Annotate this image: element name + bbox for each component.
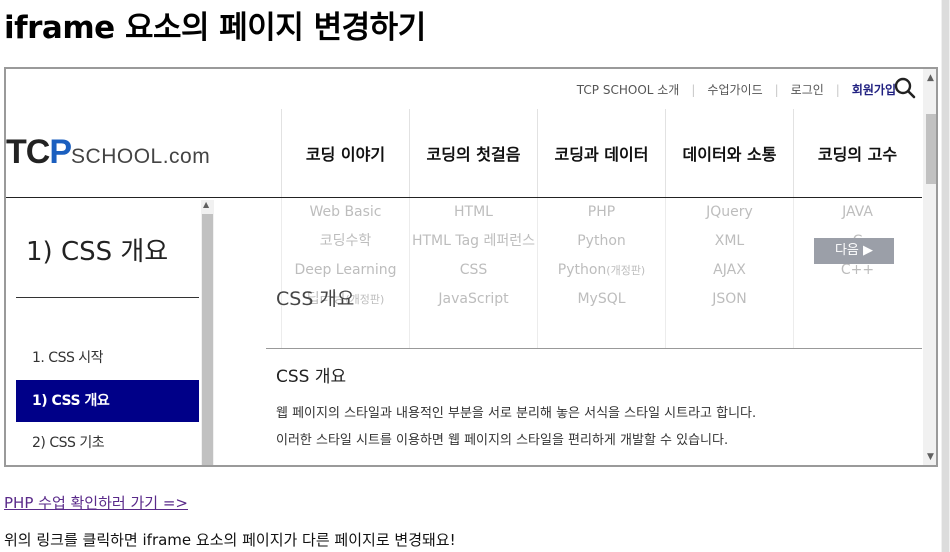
- dropdown-column: JAVA C C++: [793, 198, 921, 348]
- content-heading: CSS 개요: [276, 288, 355, 310]
- scroll-down-icon[interactable]: ▼: [927, 452, 934, 462]
- dropdown-item[interactable]: XML: [666, 227, 793, 256]
- nav-data-communication[interactable]: 데이터와 소통: [665, 109, 793, 197]
- nav-coding-first-step[interactable]: 코딩의 첫걸음: [409, 109, 537, 197]
- dropdown-column: Web Basic 코딩수학 Deep Learning 딥러닝(개정판): [281, 198, 409, 348]
- dropdown-item[interactable]: 코딩수학: [282, 227, 409, 256]
- content-subtitle: CSS 개요: [276, 367, 347, 387]
- php-class-link[interactable]: PHP 수업 확인하러 가기 =>: [4, 492, 188, 513]
- sidebar-item-css-start[interactable]: 1. CSS 시작: [16, 337, 199, 379]
- login-link[interactable]: 로그인: [791, 81, 824, 98]
- dropdown-item[interactable]: MySQL: [538, 285, 665, 314]
- logo-tc: TC: [6, 133, 50, 171]
- dropdown-item[interactable]: HTML: [410, 198, 537, 227]
- sidebar-item-css-basics[interactable]: 2) CSS 기초: [16, 422, 199, 464]
- sidebar-scroll-thumb[interactable]: [202, 214, 213, 465]
- iframe-scrollbar[interactable]: ▲ ▼: [923, 69, 936, 465]
- separator: |: [691, 82, 696, 97]
- logo-school: SCHOOL.com: [71, 145, 211, 168]
- scroll-up-icon[interactable]: ▲: [203, 200, 209, 209]
- dropdown-item[interactable]: PHP: [538, 198, 665, 227]
- dropdown-item[interactable]: Python: [538, 227, 665, 256]
- sidebar-scrollbar[interactable]: ▲: [201, 200, 214, 465]
- about-link[interactable]: TCP SCHOOL 소개: [577, 81, 680, 98]
- separator: |: [774, 82, 779, 97]
- dropdown-item[interactable]: HTML Tag 레퍼런스: [410, 227, 537, 256]
- next-button[interactable]: 다음 ▶: [814, 238, 894, 264]
- separator: |: [835, 82, 840, 97]
- dropdown-item[interactable]: AJAX: [666, 256, 793, 285]
- dropdown-item[interactable]: Python(개정판): [538, 256, 665, 285]
- search-icon[interactable]: [894, 77, 916, 99]
- logo-p: P: [49, 133, 72, 171]
- dropdown-item[interactable]: JAVA: [794, 198, 921, 227]
- dropdown-column: JQuery XML AJAX JSON: [665, 198, 793, 348]
- nav-coding-master[interactable]: 코딩의 고수: [793, 109, 921, 197]
- class-guide-link[interactable]: 수업가이드: [707, 81, 762, 98]
- dropdown-item[interactable]: CSS: [410, 256, 537, 285]
- description-text: 위의 링크를 클릭하면 iframe 요소의 페이지가 다른 페이지로 변경돼요…: [4, 531, 456, 549]
- signup-link[interactable]: 회원가입: [852, 81, 896, 98]
- iframe-frame[interactable]: TCP SCHOOL 소개 | 수업가이드 | 로그인 | 회원가입 TCPSC…: [4, 67, 938, 467]
- dropdown-item[interactable]: JSON: [666, 285, 793, 314]
- page-title: iframe 요소의 페이지 변경하기: [4, 10, 426, 46]
- sidebar-title: 1) CSS 개요: [26, 237, 169, 267]
- content-divider: [266, 348, 922, 349]
- content-paragraph-line: 웹 페이지의 스타일과 내용적인 부분을 서로 분리해 놓은 서식을 스타일 시…: [276, 406, 757, 421]
- nav-coding-data[interactable]: 코딩과 데이터: [537, 109, 665, 197]
- dropdown-item[interactable]: JQuery: [666, 198, 793, 227]
- sidebar-divider: [16, 297, 199, 298]
- dropdown-item[interactable]: JavaScript: [410, 285, 537, 314]
- scroll-up-icon[interactable]: ▲: [927, 73, 934, 83]
- dropdown-column: PHP Python Python(개정판) MySQL: [537, 198, 665, 348]
- page-scroll-thumb[interactable]: [942, 0, 949, 552]
- dropdown-column: HTML HTML Tag 레퍼런스 CSS JavaScript: [409, 198, 537, 348]
- iframe-scroll-thumb[interactable]: [926, 114, 936, 184]
- sidebar-item-css-overview[interactable]: 1) CSS 개요: [16, 380, 199, 422]
- nav-coding-story[interactable]: 코딩 이야기: [281, 109, 409, 197]
- dropdown-item[interactable]: Deep Learning: [282, 256, 409, 285]
- top-links: TCP SCHOOL 소개 | 수업가이드 | 로그인 | 회원가입: [577, 81, 896, 98]
- content-paragraph-line: 이러한 스타일 시트를 이용하면 웹 페이지의 스타일을 편리하게 개발할 수 …: [276, 433, 729, 448]
- dropdown-item[interactable]: Web Basic: [282, 198, 409, 227]
- site-logo[interactable]: TCPSCHOOL.com: [6, 133, 210, 172]
- page-scrollbar[interactable]: [941, 0, 950, 552]
